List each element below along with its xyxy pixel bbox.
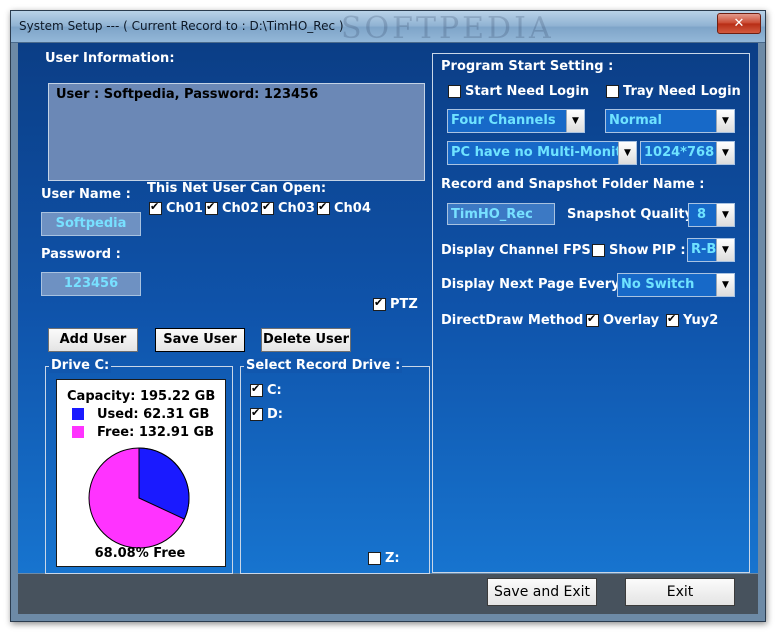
drive-c-group-label: Drive C: xyxy=(49,358,112,373)
display-mode-dropdown[interactable]: Normal ▼ xyxy=(605,109,735,133)
chevron-down-icon: ▼ xyxy=(716,239,734,261)
drive-d-checkbox[interactable]: D: xyxy=(250,406,283,422)
checkbox-icon xyxy=(448,85,461,98)
drive-z-label: Z: xyxy=(385,551,400,566)
client-area: User Information: User : Softpedia, Pass… xyxy=(18,43,758,574)
checkbox-icon xyxy=(368,552,381,565)
drive-c-label: C: xyxy=(267,383,282,398)
chevron-down-icon: ▼ xyxy=(716,142,734,164)
pip-dropdown-value: R-B xyxy=(691,242,717,257)
window-title: System Setup --- ( Current Record to : D… xyxy=(19,19,344,33)
tray-need-login-checkbox[interactable]: Tray Need Login xyxy=(606,84,741,99)
free-legend-swatch xyxy=(72,426,84,438)
checkbox-icon xyxy=(250,382,263,397)
free-percent-text: 68.08% Free xyxy=(94,546,186,561)
display-channel-fps-label: Display Channel FPS : xyxy=(441,243,601,258)
chevron-down-icon: ▼ xyxy=(716,110,734,132)
checkbox-icon xyxy=(261,200,274,215)
snapshot-quality-value: 8 xyxy=(697,207,707,222)
title-bar[interactable]: System Setup --- ( Current Record to : D… xyxy=(11,11,765,46)
record-drive-group-label: Select Record Drive : xyxy=(244,358,403,373)
checkbox-icon xyxy=(373,296,386,311)
channel-ch01-checkbox[interactable]: Ch01 xyxy=(149,200,203,216)
channel-ch03-label: Ch03 xyxy=(278,201,315,216)
checkbox-icon xyxy=(317,200,330,215)
multi-monitor-dropdown-value: PC have no Multi-Monitor xyxy=(451,145,619,160)
chevron-down-icon: ▼ xyxy=(566,110,584,132)
channel-ch02-checkbox[interactable]: Ch02 xyxy=(205,200,259,216)
channels-dropdown[interactable]: Four Channels ▼ xyxy=(447,109,585,133)
start-need-login-checkbox[interactable]: Start Need Login xyxy=(448,84,589,99)
channel-ch03-checkbox[interactable]: Ch03 xyxy=(261,200,315,216)
pip-label: PIP : xyxy=(652,243,686,258)
channel-ch04-checkbox[interactable]: Ch04 xyxy=(317,200,371,216)
multi-monitor-dropdown[interactable]: PC have no Multi-Monitor ▼ xyxy=(447,141,637,165)
next-page-label: Display Next Page Every : xyxy=(441,277,630,292)
overlay-checkbox[interactable]: Overlay xyxy=(586,312,660,328)
bottom-button-bar: Save and Exit Exit xyxy=(18,574,758,614)
next-page-dropdown[interactable]: No Switch ▼ xyxy=(617,273,735,297)
password-label: Password : xyxy=(41,247,121,262)
next-page-dropdown-value: No Switch xyxy=(621,277,695,292)
directdraw-method-label: DirectDraw Method : xyxy=(441,313,594,328)
checkbox-icon xyxy=(666,312,679,327)
save-user-button[interactable]: Save User xyxy=(155,328,245,352)
delete-user-button[interactable]: Delete User xyxy=(261,328,351,352)
snapshot-quality-label: Snapshot Quality : xyxy=(567,207,703,222)
yuy2-label: Yuy2 xyxy=(683,313,719,328)
exit-button[interactable]: Exit xyxy=(625,578,735,606)
pip-dropdown[interactable]: R-B ▼ xyxy=(687,238,735,262)
ptz-label: PTZ xyxy=(390,297,418,312)
user-information-heading: User Information: xyxy=(45,51,175,66)
resolution-dropdown-value: 1024*768 xyxy=(644,145,715,160)
drive-z-checkbox[interactable]: Z: xyxy=(368,551,400,566)
system-setup-window: System Setup --- ( Current Record to : D… xyxy=(10,10,766,622)
close-icon: ✕ xyxy=(733,16,745,31)
free-text: Free: 132.91 GB xyxy=(97,425,215,440)
net-user-heading: This Net User Can Open: xyxy=(147,181,327,196)
used-legend-swatch xyxy=(72,408,84,420)
drive-d-label: D: xyxy=(267,407,283,422)
fps-show-label: Show xyxy=(609,243,649,258)
chevron-down-icon: ▼ xyxy=(716,204,734,226)
yuy2-checkbox[interactable]: Yuy2 xyxy=(666,312,719,328)
checkbox-icon xyxy=(250,406,263,421)
checkbox-icon xyxy=(149,200,162,215)
checkbox-icon xyxy=(586,312,599,327)
folder-name-field[interactable]: TimHO_Rec xyxy=(447,203,555,225)
close-button[interactable]: ✕ xyxy=(717,13,761,34)
checkbox-icon xyxy=(592,244,605,257)
drive-usage-pie-chart xyxy=(88,447,190,549)
user-information-text: User : Softpedia, Password: 123456 xyxy=(56,87,319,102)
checkbox-icon xyxy=(205,200,218,215)
folder-name-heading: Record and Snapshot Folder Name : xyxy=(441,177,705,192)
channel-ch02-label: Ch02 xyxy=(222,201,259,216)
start-need-login-label: Start Need Login xyxy=(465,84,590,99)
password-field[interactable]: 123456 xyxy=(41,272,141,296)
tray-need-login-label: Tray Need Login xyxy=(623,84,741,99)
used-text: Used: 62.31 GB xyxy=(97,407,210,422)
ptz-checkbox[interactable]: PTZ xyxy=(373,296,418,312)
program-start-setting-heading: Program Start Setting : xyxy=(441,59,614,74)
chevron-down-icon: ▼ xyxy=(716,274,734,296)
save-and-exit-button[interactable]: Save and Exit xyxy=(487,578,597,606)
channel-ch01-label: Ch01 xyxy=(166,201,203,216)
user-name-field[interactable]: Softpedia xyxy=(41,212,141,236)
channel-ch04-label: Ch04 xyxy=(334,201,371,216)
capacity-text: Capacity: 195.22 GB xyxy=(67,389,216,404)
user-name-label: User Name : xyxy=(41,187,131,202)
snapshot-quality-dropdown[interactable]: 8 ▼ xyxy=(688,203,735,227)
overlay-label: Overlay xyxy=(603,313,660,328)
display-mode-dropdown-value: Normal xyxy=(609,113,662,128)
user-information-box[interactable]: User : Softpedia, Password: 123456 xyxy=(48,83,425,181)
chevron-down-icon: ▼ xyxy=(618,142,636,164)
drive-c-checkbox[interactable]: C: xyxy=(250,382,282,398)
softpedia-watermark: SOFTPEDIA xyxy=(341,11,554,46)
drive-usage-panel: Capacity: 195.22 GB Used: 62.31 GB Free:… xyxy=(56,379,226,567)
checkbox-icon xyxy=(606,85,619,98)
channels-dropdown-value: Four Channels xyxy=(451,113,556,128)
fps-show-checkbox[interactable]: Show xyxy=(592,243,649,258)
resolution-dropdown[interactable]: 1024*768 ▼ xyxy=(640,141,735,165)
add-user-button[interactable]: Add User xyxy=(48,328,138,352)
